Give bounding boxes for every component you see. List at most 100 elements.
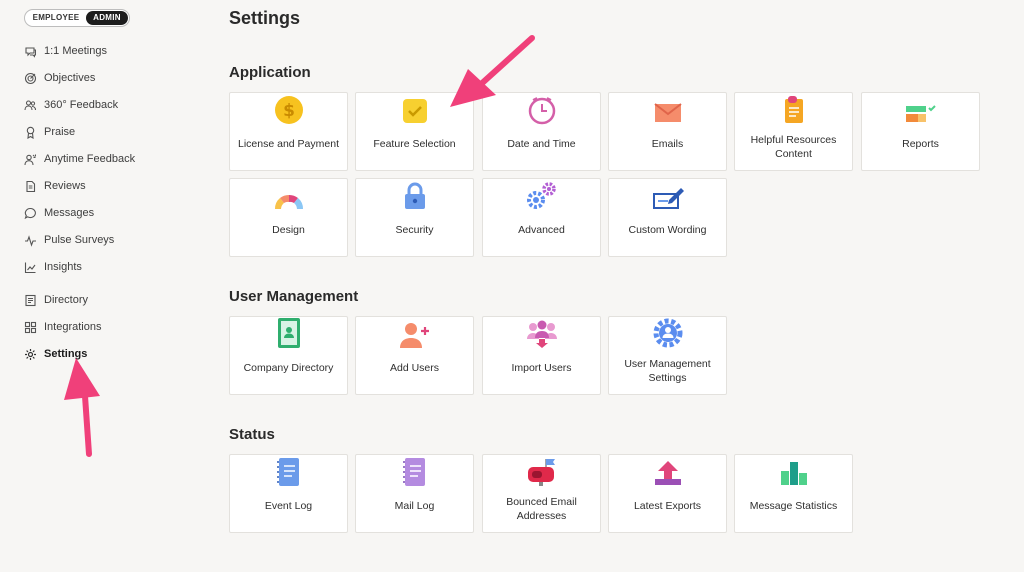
card-label: Security — [395, 224, 434, 236]
chat-icon — [24, 45, 37, 58]
directory-icon — [24, 294, 37, 307]
section-title-status: Status — [229, 426, 275, 443]
palette-gauge-icon — [272, 191, 306, 216]
card-label: Helpful Resources Content — [750, 134, 837, 160]
card-label: Add Users — [389, 362, 440, 374]
clock-icon — [527, 95, 557, 130]
report-bars-icon — [904, 103, 938, 130]
person-feedback-icon — [24, 153, 37, 166]
card-event-log[interactable]: Event Log — [229, 454, 348, 533]
sidebar-item-settings[interactable]: Settings — [24, 345, 87, 363]
card-bounced-email-addresses[interactable]: Bounced Email Addresses — [482, 454, 601, 533]
add-user-icon — [398, 321, 432, 354]
card-message-statistics[interactable]: Message Statistics — [734, 454, 853, 533]
mail-notebook-icon — [402, 457, 428, 492]
card-license-and-payment[interactable]: $ License and Payment — [229, 92, 348, 171]
card-label: Advanced — [518, 224, 565, 236]
sidebar-item-insights[interactable]: Insights — [24, 258, 82, 276]
card-label: Import Users — [511, 362, 572, 374]
export-upload-icon — [652, 459, 684, 492]
grid-icon — [24, 321, 37, 334]
card-advanced[interactable]: Advanced — [482, 178, 601, 257]
card-custom-wording[interactable]: Custom Wording — [608, 178, 727, 257]
section-title-application: Application — [229, 64, 311, 81]
sidebar-item-praise[interactable]: Praise — [24, 123, 75, 141]
notebook-icon — [276, 457, 302, 492]
role-toggle[interactable]: EMPLOYEE ADMIN — [24, 9, 130, 27]
message-icon — [24, 207, 37, 220]
card-label: Emails — [651, 138, 684, 150]
card-add-users[interactable]: Add Users — [355, 316, 474, 395]
sidebar-item-label: 1:1 Meetings — [44, 45, 107, 57]
card-label: Latest Exports — [633, 500, 702, 512]
sidebar-item-360-feedback[interactable]: 360° Feedback — [24, 96, 118, 114]
sidebar-item-label: Directory — [44, 294, 89, 306]
card-feature-selection[interactable]: Feature Selection — [355, 92, 474, 171]
gear-icon — [24, 348, 37, 361]
sidebar-item-objectives[interactable]: Objectives — [24, 69, 95, 87]
card-label: Design — [272, 224, 305, 236]
user-gear-icon — [652, 317, 684, 354]
document-icon — [24, 180, 37, 193]
card-date-and-time[interactable]: Date and Time — [482, 92, 601, 171]
card-label: Reports — [902, 138, 939, 150]
employee-toggle-option[interactable]: EMPLOYEE — [26, 11, 86, 25]
card-label: Mail Log — [394, 500, 435, 512]
card-label: Custom Wording — [628, 224, 707, 236]
card-label: Feature Selection — [373, 138, 456, 150]
section-title-user-management: User Management — [229, 288, 359, 305]
card-label: License and Payment — [238, 138, 339, 150]
sidebar-item-label: Settings — [44, 348, 88, 360]
card-latest-exports[interactable]: Latest Exports — [608, 454, 727, 533]
card-label: Date and Time — [507, 138, 576, 150]
target-icon — [24, 72, 37, 85]
card-import-users[interactable]: Import Users — [482, 316, 601, 395]
mailbox-icon — [524, 457, 560, 492]
gears-icon — [525, 181, 559, 216]
svg-text:$: $ — [283, 101, 295, 121]
card-label: Bounced Email Addresses — [506, 496, 577, 522]
clipboard-icon — [782, 95, 806, 130]
sidebar-item-integrations[interactable]: Integrations — [24, 318, 101, 336]
sidebar-item-label: Reviews — [44, 180, 86, 192]
card-label: Message Statistics — [749, 500, 838, 512]
pulse-icon — [24, 234, 37, 247]
sidebar-item-label: Insights — [44, 261, 82, 273]
card-user-management-settings[interactable]: User Management Settings — [608, 316, 727, 395]
card-reports[interactable]: Reports — [861, 92, 980, 171]
sidebar-item-messages[interactable]: Messages — [24, 204, 94, 222]
sidebar-item-label: Messages — [44, 207, 95, 219]
card-design[interactable]: Design — [229, 178, 348, 257]
lock-icon — [402, 181, 428, 216]
sidebar-item-label: Anytime Feedback — [44, 153, 136, 165]
edit-check-icon — [651, 185, 685, 216]
address-book-icon — [275, 317, 303, 354]
sidebar-item-label: Integrations — [44, 321, 102, 333]
people-icon — [24, 99, 37, 112]
admin-toggle-option[interactable]: ADMIN — [86, 11, 128, 25]
card-label: Event Log — [264, 500, 313, 512]
sidebar: EMPLOYEE ADMIN 1:1 Meetings Objectives 3… — [0, 0, 200, 572]
import-users-icon — [525, 319, 559, 354]
sidebar-item-anytime-feedback[interactable]: Anytime Feedback — [24, 150, 135, 168]
sidebar-item-reviews[interactable]: Reviews — [24, 177, 86, 195]
sidebar-item-label: Pulse Surveys — [44, 234, 115, 246]
ribbon-icon — [24, 126, 37, 139]
card-security[interactable]: Security — [355, 178, 474, 257]
bar-stats-icon — [778, 459, 810, 492]
checkbox-icon — [401, 97, 429, 130]
card-label: Company Directory — [243, 362, 334, 374]
card-helpful-resources-content[interactable]: Helpful Resources Content — [734, 92, 853, 171]
chart-icon — [24, 261, 37, 274]
sidebar-item-pulse-surveys[interactable]: Pulse Surveys — [24, 231, 114, 249]
dollar-coin-icon: $ — [274, 95, 304, 130]
sidebar-item-label: Praise — [44, 126, 76, 138]
envelope-icon — [653, 101, 683, 130]
sidebar-item-meetings[interactable]: 1:1 Meetings — [24, 42, 107, 60]
page-title: Settings — [229, 8, 301, 28]
sidebar-item-label: Objectives — [44, 72, 96, 84]
card-mail-log[interactable]: Mail Log — [355, 454, 474, 533]
card-company-directory[interactable]: Company Directory — [229, 316, 348, 395]
sidebar-item-directory[interactable]: Directory — [24, 291, 88, 309]
card-emails[interactable]: Emails — [608, 92, 727, 171]
